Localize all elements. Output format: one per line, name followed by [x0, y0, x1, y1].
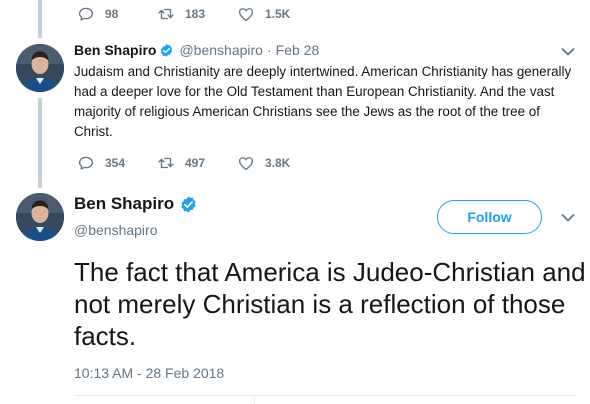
retweet-icon: [158, 8, 174, 20]
profile-photo-icon: [16, 44, 64, 92]
author-name[interactable]: Ben Shapiro: [74, 194, 174, 214]
like-icon: [238, 157, 254, 171]
chevron-down-icon[interactable]: [561, 47, 575, 57]
author-handle[interactable]: @benshapiro: [74, 222, 158, 238]
avatar[interactable]: [16, 44, 64, 92]
tweet-date[interactable]: Feb 28: [276, 42, 320, 58]
chevron-down-icon[interactable]: [561, 213, 575, 223]
retweet-count: 183: [185, 7, 206, 21]
verified-badge-icon: [181, 195, 196, 213]
stats-divider: [254, 396, 255, 404]
like-count: 3.8K: [265, 156, 291, 170]
author-name[interactable]: Ben Shapiro: [74, 42, 156, 58]
thread-line-middle: [38, 98, 42, 188]
thread-line-top: [38, 0, 42, 38]
reply-button[interactable]: 354: [77, 154, 157, 172]
tweet-timestamp[interactable]: 10:13 AM - 28 Feb 2018: [74, 365, 224, 381]
follow-button[interactable]: Follow: [437, 200, 542, 234]
top-tweet-actions: 98 183 1.5K: [77, 4, 317, 24]
reply-icon: [78, 156, 94, 170]
retweet-button[interactable]: 497: [157, 154, 237, 172]
like-icon: [238, 8, 254, 22]
reply-icon: [78, 7, 94, 21]
header-separator: ·: [266, 42, 272, 58]
profile-photo-icon: [16, 193, 64, 241]
tweet-text: Judaism and Christianity are deeply inte…: [74, 64, 572, 139]
retweet-count: 497: [185, 156, 206, 170]
reply-tweet-actions: 354 497 3.8K: [77, 153, 317, 173]
like-button[interactable]: 3.8K: [237, 154, 317, 172]
main-tweet-text: The fact that America is Judeo-Christian…: [74, 257, 586, 351]
tweet-header: Ben Shapiro @benshapiro · Feb 28: [74, 42, 319, 58]
divider: [74, 395, 576, 396]
reply-count: 98: [105, 7, 119, 21]
author-handle[interactable]: @benshapiro: [179, 42, 263, 58]
reply-button[interactable]: 98: [77, 5, 157, 23]
like-count: 1.5K: [265, 7, 291, 21]
retweet-button[interactable]: 183: [157, 5, 237, 23]
reply-count: 354: [105, 156, 126, 170]
like-button[interactable]: 1.5K: [237, 5, 317, 23]
retweet-icon: [158, 157, 174, 169]
main-author-name-row: Ben Shapiro: [74, 194, 198, 214]
avatar[interactable]: [16, 193, 64, 241]
verified-badge-icon: [161, 43, 173, 57]
